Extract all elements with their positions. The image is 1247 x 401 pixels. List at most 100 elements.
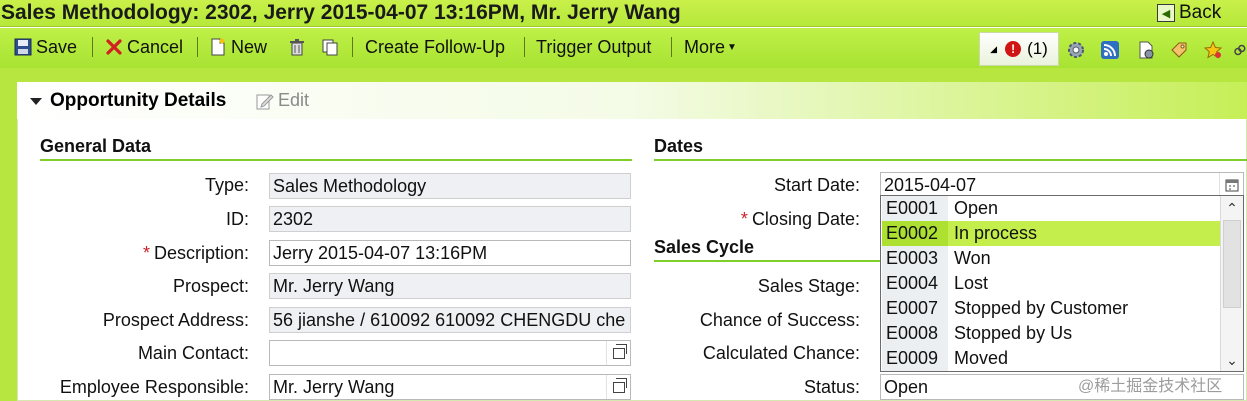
calculated-chance-label: Calculated Chance: [702, 343, 860, 363]
gear-icon[interactable] [1065, 39, 1087, 61]
panel-title: Opportunity Details [50, 90, 227, 111]
option-key: E0009 [882, 346, 948, 371]
employee-responsible-input[interactable]: Mr. Jerry Wang [269, 374, 631, 400]
value-help-icon[interactable] [606, 375, 630, 399]
option-key: E0004 [882, 271, 948, 296]
link-icon[interactable] [1232, 39, 1247, 61]
alert-indicator[interactable]: ◢ ! (1) [979, 32, 1059, 66]
prospect-field: Mr. Jerry Wang [269, 273, 631, 299]
alert-icon: ! [1005, 41, 1022, 57]
rss-feed-icon[interactable] [1099, 39, 1121, 61]
type-field: Sales Methodology [269, 173, 631, 199]
create-follow-up-label: Create Follow-Up [365, 36, 506, 57]
back-button[interactable]: ◀ Back [1157, 1, 1221, 25]
watermark: @稀土掘金技术社区 [1078, 378, 1223, 395]
dropdown-option[interactable]: E0008 Stopped by Us [882, 321, 1220, 346]
calendar-icon[interactable] [1219, 173, 1243, 197]
favorite-star-icon[interactable] [1202, 39, 1224, 61]
copy-icon [321, 38, 339, 56]
status-label: Status: [803, 377, 860, 397]
dropdown-option-selected[interactable]: E0002 In process [882, 221, 1220, 246]
option-text: Stopped by Us [954, 323, 1073, 343]
dates-heading-text: Dates [654, 136, 704, 156]
description-label-text: Description: [153, 243, 249, 263]
edit-button[interactable]: Edit [256, 90, 309, 111]
toolbar-separator [524, 37, 525, 57]
back-arrow-icon: ◀ [1157, 4, 1175, 22]
trigger-output-button[interactable]: Trigger Output [536, 34, 651, 60]
option-key: E0008 [882, 321, 948, 346]
collapse-triangle-icon [30, 97, 42, 105]
window-title: Sales Methodology: 2302, Jerry 2015-04-0… [1, 1, 681, 24]
expand-corner-icon: ◢ [990, 43, 998, 54]
dropdown-option[interactable]: E0001 Open [882, 196, 1220, 221]
dropdown-scrollbar[interactable]: ⌃ ⌄ [1220, 196, 1243, 371]
prospect-address-field: 56 jianshe / 610092 610092 CHENGDU che [269, 307, 631, 333]
scroll-up-icon[interactable]: ⌃ [1221, 197, 1243, 219]
option-key: E0001 [882, 196, 948, 221]
toolbar-separator [197, 37, 198, 57]
toolbar-separator [92, 37, 93, 57]
tag-icon[interactable] [1168, 39, 1190, 61]
general-data-heading-text: General Data [40, 136, 152, 156]
main-contact-label: Main Contact: [137, 343, 249, 363]
option-text: Open [954, 198, 999, 218]
dropdown-option[interactable]: E0004 Lost [882, 271, 1220, 296]
status-dropdown-list[interactable]: E0001 Open E0002 In process E0003 Won E0… [880, 195, 1244, 372]
cancel-button[interactable]: Cancel [105, 34, 183, 60]
delete-button[interactable] [288, 34, 306, 60]
dropdown-option[interactable]: E0003 Won [882, 246, 1220, 271]
edit-label: Edit [278, 90, 310, 110]
create-follow-up-button[interactable]: Create Follow-Up [365, 34, 505, 60]
closing-date-label: * Closing Date: [660, 209, 860, 230]
title-bar: Sales Methodology: 2302, Jerry 2015-04-0… [0, 0, 1247, 27]
new-button[interactable]: New [209, 34, 267, 60]
dropdown-option[interactable]: E0007 Stopped by Customer [882, 296, 1220, 321]
required-marker: * [740, 209, 748, 229]
back-label: Back [1179, 2, 1222, 23]
option-text: In process [954, 223, 1038, 243]
main-contact-input[interactable] [269, 340, 631, 366]
prospect-address-label: Prospect Address: [102, 310, 249, 330]
id-field: 2302 [269, 206, 631, 232]
chevron-down-icon: ▼ [727, 41, 737, 53]
save-label: Save [36, 36, 78, 57]
general-data-heading: General Data [40, 136, 632, 161]
option-text: Lost [954, 273, 989, 293]
description-input[interactable]: Jerry 2015-04-07 13:16PM [269, 240, 631, 266]
scrollbar-thumb[interactable] [1223, 220, 1241, 308]
chance-of-success-label: Chance of Success: [699, 310, 860, 330]
option-text: Moved [954, 348, 1009, 368]
save-button[interactable]: Save [14, 34, 77, 60]
sales-stage-label: Sales Stage: [757, 276, 860, 296]
cancel-label: Cancel [127, 36, 184, 57]
new-label: New [231, 36, 268, 57]
value-help-icon[interactable] [606, 341, 630, 365]
employee-responsible-value: Mr. Jerry Wang [273, 377, 395, 397]
description-label: * Description: [30, 243, 249, 264]
option-key: E0003 [882, 246, 948, 271]
trigger-output-label: Trigger Output [536, 36, 652, 57]
dates-heading: Dates [654, 136, 1247, 161]
start-date-value: 2015-04-07 [884, 175, 977, 195]
type-label: Type: [204, 175, 249, 195]
panel-collapse-toggle[interactable]: Opportunity Details [30, 90, 226, 112]
scroll-down-icon[interactable]: ⌄ [1221, 349, 1243, 371]
toolbar-separator [352, 37, 353, 57]
option-text: Stopped by Customer [954, 298, 1129, 318]
option-key: E0002 [882, 221, 948, 246]
prospect-label: Prospect: [172, 276, 249, 296]
more-menu-button[interactable]: More ▼ [684, 34, 737, 60]
copy-button[interactable] [321, 34, 339, 60]
document-settings-icon[interactable] [1135, 39, 1157, 61]
dropdown-option[interactable]: E0009 Moved [882, 346, 1220, 371]
new-document-icon [209, 38, 227, 56]
start-date-label: Start Date: [773, 175, 860, 195]
id-label: ID: [225, 209, 249, 229]
edit-pencil-icon [256, 92, 274, 110]
employee-responsible-label: Employee Responsible: [59, 377, 249, 397]
option-text: Won [954, 248, 991, 268]
toolbar-separator [671, 37, 672, 57]
sales-cycle-heading: Sales Cycle [654, 237, 880, 262]
more-label: More [684, 36, 726, 57]
